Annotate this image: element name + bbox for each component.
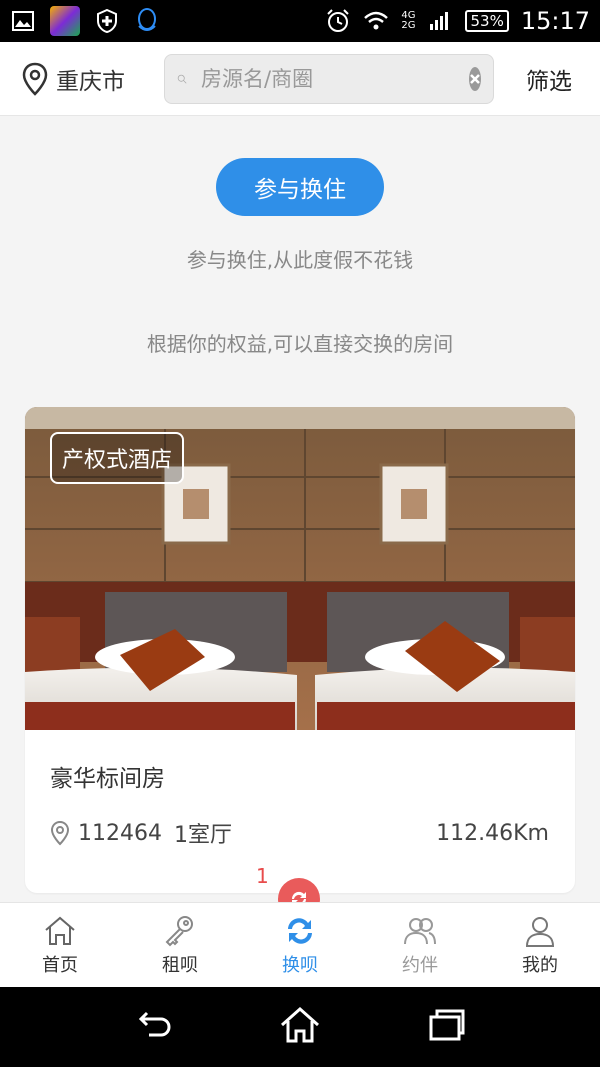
room-layout: 1室厅 [173,823,232,848]
location-pin-icon [50,820,70,846]
wifi-icon [363,8,389,34]
city-name: 重庆市 [56,68,125,95]
tab-exchange[interactable]: 换呗 [240,903,360,987]
exchange-icon [288,918,312,944]
tab-exchange-label: 换呗 [282,955,318,976]
main-content: 参与换住 参与换住,从此度假不花钱 根据你的权益,可以直接交换的房间 产权式酒店… [0,116,600,902]
close-icon [470,73,480,84]
recents-button[interactable] [425,1003,469,1051]
room-title: 豪华标间房 [50,766,165,792]
top-header: 重庆市 筛选 [0,42,600,116]
join-exchange-button[interactable]: 参与换住 [216,158,384,216]
home-nav-button[interactable] [278,1003,322,1051]
property-type-tag: 产权式酒店 [50,432,185,484]
tab-home-label: 首页 [42,955,78,976]
recents-icon [429,1009,465,1041]
room-code: 112464 [78,820,162,846]
search-box[interactable] [164,53,494,104]
tab-profile[interactable]: 我的 [480,903,600,987]
alarm-icon [325,8,351,34]
refresh-icon [291,891,307,902]
join-subtitle: 参与换住,从此度假不花钱 [186,248,414,272]
shield-icon [94,8,120,34]
tab-profile-label: 我的 [522,955,558,976]
home-nav-icon [280,1006,319,1043]
back-button[interactable] [131,1003,175,1051]
key-icon [165,916,193,947]
profile-icon [525,917,555,947]
tab-rent[interactable]: 租呗 [120,903,240,987]
clock: 15:17 [520,7,590,35]
qq-icon [134,8,160,34]
battery-level: 53% [470,12,504,30]
game-app-icon [50,6,80,36]
room-meta: 112464 1室厅 [50,817,232,849]
back-icon [139,1011,171,1037]
network-type: 4G 2G [401,10,416,31]
clear-search-button[interactable] [469,66,481,91]
search-icon [177,74,187,84]
companions-icon [404,918,436,945]
status-bar: 4G 2G 53% 15:17 [0,0,600,42]
bottom-tab-bar: 首页 租呗 换呗 约伴 我的 [0,902,600,987]
signal-icon [427,8,453,34]
tab-companions[interactable]: 约伴 [360,903,480,987]
distance: 112.46Km [436,821,549,846]
tab-companions-label: 约伴 [402,955,438,976]
tab-rent-label: 租呗 [162,955,198,976]
tab-home[interactable]: 首页 [0,903,120,987]
home-icon [45,916,75,945]
search-input[interactable] [201,66,469,91]
rooms-subtitle: 根据你的权益,可以直接交换的房间 [146,332,454,356]
system-nav-bar [0,987,600,1067]
battery-icon: 53% [465,10,509,32]
listing-card[interactable]: 产权式酒店 豪华标间房 112464 1室厅 112.46Km [25,407,575,893]
filter-button[interactable]: 筛选 [526,62,572,96]
city-selector[interactable]: 重庆市 [22,62,150,96]
exchange-count-badge: 1 [256,864,269,888]
location-pin-icon [22,62,48,96]
gallery-icon [10,8,36,34]
